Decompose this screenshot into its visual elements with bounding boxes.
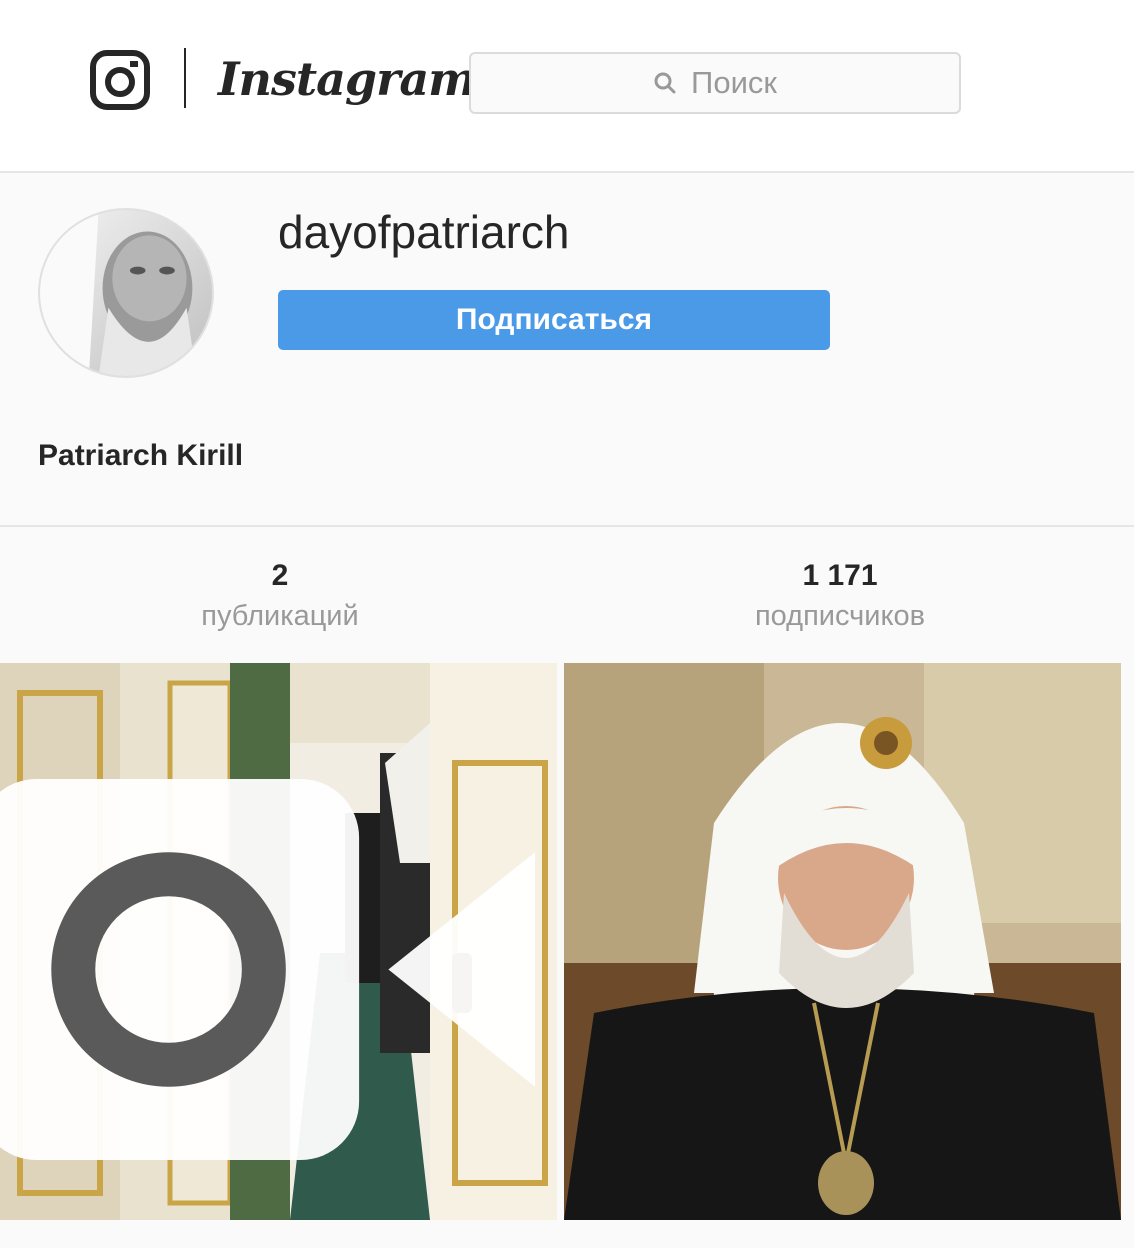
search-icon bbox=[654, 72, 676, 94]
posts-count-stat: 2 публикаций bbox=[0, 556, 560, 636]
video-camera-icon bbox=[0, 778, 535, 1161]
instagram-wordmark[interactable]: Instagram bbox=[218, 44, 477, 114]
post-thumbnail[interactable] bbox=[0, 663, 557, 1220]
followers-label: подписчиков bbox=[754, 600, 926, 632]
top-navigation-bar: Instagram Поиск bbox=[0, 0, 1134, 173]
search-placeholder: Поиск bbox=[691, 65, 777, 100]
posts-count: 2 bbox=[271, 559, 289, 592]
profile-avatar[interactable] bbox=[38, 208, 214, 378]
instagram-camera-icon[interactable] bbox=[90, 50, 150, 110]
search-box[interactable]: Поиск bbox=[469, 52, 961, 114]
avatar-portrait bbox=[40, 210, 212, 376]
profile-username: dayofpatriarch bbox=[278, 206, 570, 258]
post-thumbnail[interactable] bbox=[564, 663, 1121, 1220]
post-image-portrait bbox=[564, 663, 1121, 1220]
logo-divider bbox=[184, 48, 186, 108]
followers-count: 1 171 bbox=[802, 559, 878, 592]
posts-label: публикаций bbox=[201, 600, 359, 632]
profile-full-name: Patriarch Kirill bbox=[38, 439, 244, 472]
follow-button[interactable]: Подписаться bbox=[278, 290, 830, 350]
stats-divider bbox=[0, 525, 1134, 527]
followers-stat[interactable]: 1 171 подписчиков bbox=[560, 556, 1120, 636]
